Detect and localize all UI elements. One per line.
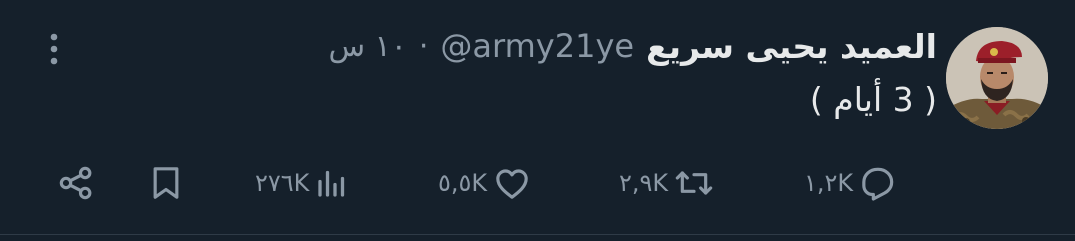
heart-icon bbox=[495, 169, 528, 199]
tweet-divider bbox=[0, 234, 1075, 235]
retweet-icon bbox=[675, 171, 712, 195]
avatar-image bbox=[946, 27, 1048, 129]
retweet-button[interactable]: ٢,٩K bbox=[619, 155, 715, 211]
share-icon bbox=[59, 166, 92, 200]
more-vertical-icon bbox=[50, 33, 58, 65]
header-separator: · bbox=[418, 28, 429, 64]
tweet-card[interactable]: العميد يحيى سريع @army21ye · ١٠ س ( 3 أي… bbox=[0, 0, 1075, 241]
tweet-actions-bar: ١,٢K ٢,٩K ٥,٥K ٢٧٦K bbox=[0, 155, 1075, 211]
reply-icon bbox=[861, 167, 893, 201]
like-count: ٥,٥K bbox=[438, 169, 488, 197]
more-options-button[interactable] bbox=[34, 26, 74, 72]
views-button[interactable]: ٢٧٦K bbox=[255, 155, 350, 211]
tweet-header: العميد يحيى سريع @army21ye · ١٠ س bbox=[328, 20, 937, 72]
retweet-count: ٢,٩K bbox=[619, 169, 669, 197]
reply-count: ١,٢K bbox=[804, 169, 854, 197]
tweet-text: ( 3 أيام ) bbox=[809, 80, 937, 119]
bookmark-button[interactable] bbox=[146, 155, 186, 211]
like-button[interactable]: ٥,٥K bbox=[438, 155, 532, 211]
bookmark-icon bbox=[153, 167, 179, 199]
avatar[interactable] bbox=[946, 27, 1048, 129]
display-name[interactable]: العميد يحيى سريع bbox=[646, 27, 937, 66]
views-count: ٢٧٦K bbox=[255, 169, 310, 197]
views-chart-icon bbox=[318, 170, 345, 197]
share-button[interactable] bbox=[56, 155, 96, 211]
user-handle[interactable]: @army21ye bbox=[440, 27, 634, 65]
reply-button[interactable]: ١,٢K bbox=[804, 155, 898, 211]
tweet-timestamp[interactable]: ١٠ س bbox=[328, 29, 406, 64]
